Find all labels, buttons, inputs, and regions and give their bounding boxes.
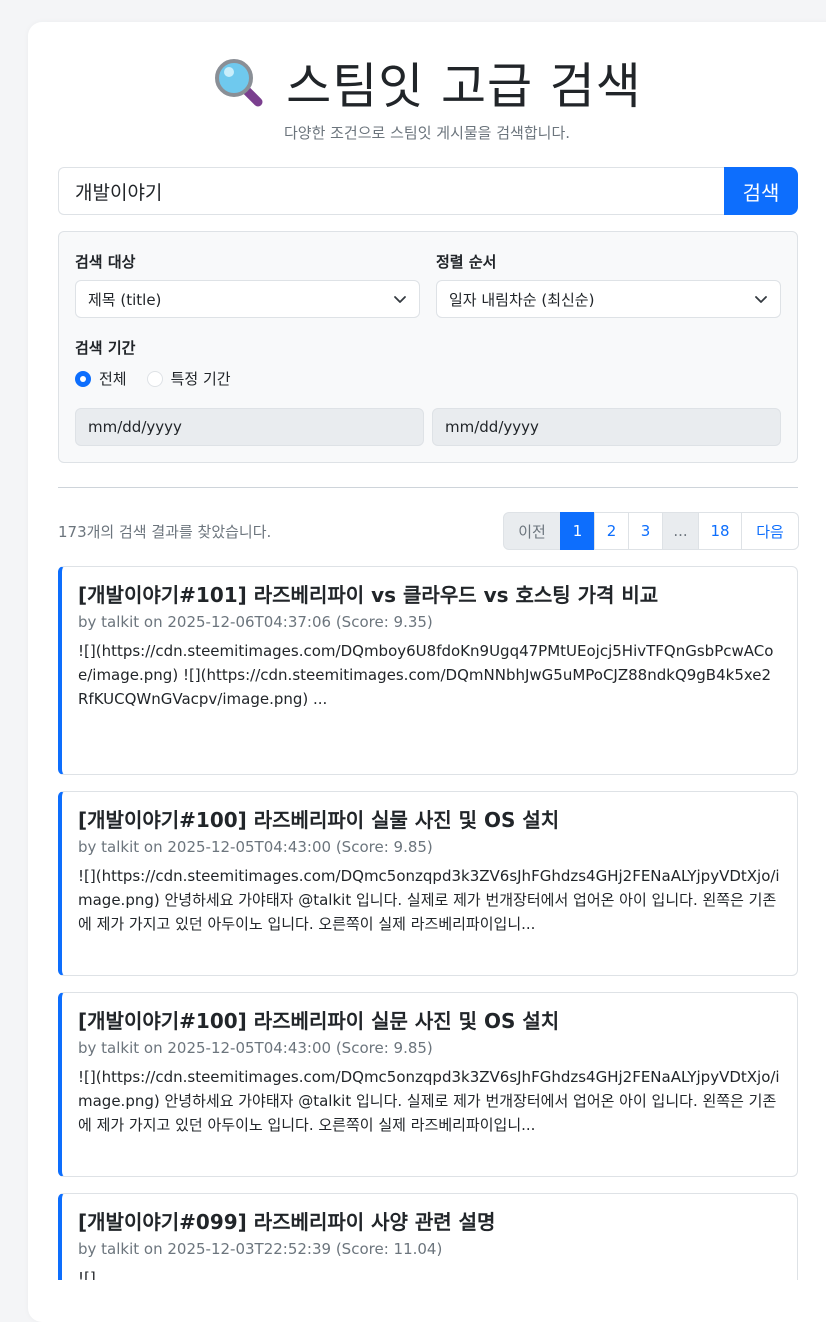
- title-row: 스팀잇 고급 검색: [28, 50, 826, 115]
- page-header: 스팀잇 고급 검색 다양한 조건으로 스팀잇 게시물을 검색합니다.: [28, 50, 826, 143]
- result-snippet: ![](https://cdn.steemitimages.com/DQmc5o…: [78, 1068, 780, 1134]
- result-snippet: ![](https://cdn.steemitimages.com/DQmc5o…: [78, 867, 780, 933]
- target-select-value: 제목 (title): [88, 290, 162, 309]
- pagination: 이전 1 2 3 ... 18 다음: [503, 512, 799, 550]
- date-start-placeholder: mm/dd/yyyy: [88, 418, 182, 436]
- period-label: 검색 기간: [75, 339, 136, 357]
- result-snippet: ![](https://cdn.steemitimages.com/DQmboy…: [78, 642, 774, 708]
- result-meta: by talkit on 2025-12-03T22:52:39 (Score:…: [78, 1240, 443, 1258]
- result-title[interactable]: [개발이야기#100] 라즈베리파이 실물 사진 및 OS 설치: [78, 806, 781, 834]
- result-card[interactable]: [개발이야기#101] 라즈베리파이 vs 클라우드 vs 호스팅 가격 비교 …: [58, 566, 798, 775]
- result-count: 173개의 검색 결과를 찾았습니다.: [58, 523, 272, 541]
- result-card[interactable]: [개발이야기#100] 라즈베리파이 실물 사진 및 OS 설치 by talk…: [58, 791, 798, 976]
- page-3[interactable]: 3: [628, 512, 663, 550]
- result-title[interactable]: [개발이야기#101] 라즈베리파이 vs 클라우드 vs 호스팅 가격 비교: [78, 581, 781, 609]
- date-start-input[interactable]: mm/dd/yyyy: [75, 408, 424, 446]
- chevron-down-icon: [755, 296, 767, 303]
- date-end-placeholder: mm/dd/yyyy: [445, 418, 539, 436]
- search-bar: 검색: [58, 167, 798, 215]
- page-next[interactable]: 다음: [741, 512, 799, 550]
- result-title[interactable]: [개발이야기#099] 라즈베리파이 사양 관련 설명: [78, 1208, 781, 1236]
- period-all-label: 전체: [99, 370, 127, 388]
- period-custom-label: 특정 기간: [170, 370, 231, 388]
- result-meta: by talkit on 2025-12-06T04:37:06 (Score:…: [78, 613, 433, 631]
- result-card[interactable]: [개발이야기#100] 라즈베리파이 실문 사진 및 OS 설치 by talk…: [58, 992, 798, 1177]
- result-card[interactable]: [개발이야기#099] 라즈베리파이 사양 관련 설명 by talkit on…: [58, 1193, 798, 1280]
- period-custom-radio[interactable]: [146, 370, 163, 387]
- period-radio-group: 전체 특정 기간: [75, 368, 231, 389]
- page-prev[interactable]: 이전: [503, 512, 561, 550]
- target-select[interactable]: 제목 (title): [75, 280, 420, 318]
- result-snippet: ![]: [78, 1269, 96, 1280]
- search-input[interactable]: [58, 167, 724, 215]
- filter-panel: 검색 대상 제목 (title) 정렬 순서 일자 내림차순 (최신순) 검색 …: [58, 231, 798, 463]
- chevron-down-icon: [394, 296, 406, 303]
- result-title[interactable]: [개발이야기#100] 라즈베리파이 실문 사진 및 OS 설치: [78, 1007, 781, 1035]
- result-meta: by talkit on 2025-12-05T04:43:00 (Score:…: [78, 1039, 433, 1057]
- date-end-input[interactable]: mm/dd/yyyy: [432, 408, 781, 446]
- divider: [58, 487, 798, 488]
- sort-select[interactable]: 일자 내림차순 (최신순): [436, 280, 781, 318]
- magnifier-icon: [215, 59, 263, 107]
- page-2[interactable]: 2: [594, 512, 629, 550]
- page-ellipsis: ...: [662, 512, 699, 550]
- sort-select-value: 일자 내림차순 (최신순): [449, 290, 595, 309]
- result-meta: by talkit on 2025-12-05T04:43:00 (Score:…: [78, 838, 433, 856]
- period-all-radio[interactable]: [75, 370, 91, 387]
- search-button[interactable]: 검색: [724, 167, 798, 215]
- target-label: 검색 대상: [75, 253, 136, 271]
- page-1[interactable]: 1: [560, 512, 595, 550]
- page-title: 스팀잇 고급 검색: [286, 57, 642, 115]
- page-subtitle: 다양한 조건으로 스팀잇 게시물을 검색합니다.: [283, 124, 571, 142]
- page-last[interactable]: 18: [698, 512, 742, 550]
- sort-label: 정렬 순서: [436, 253, 497, 271]
